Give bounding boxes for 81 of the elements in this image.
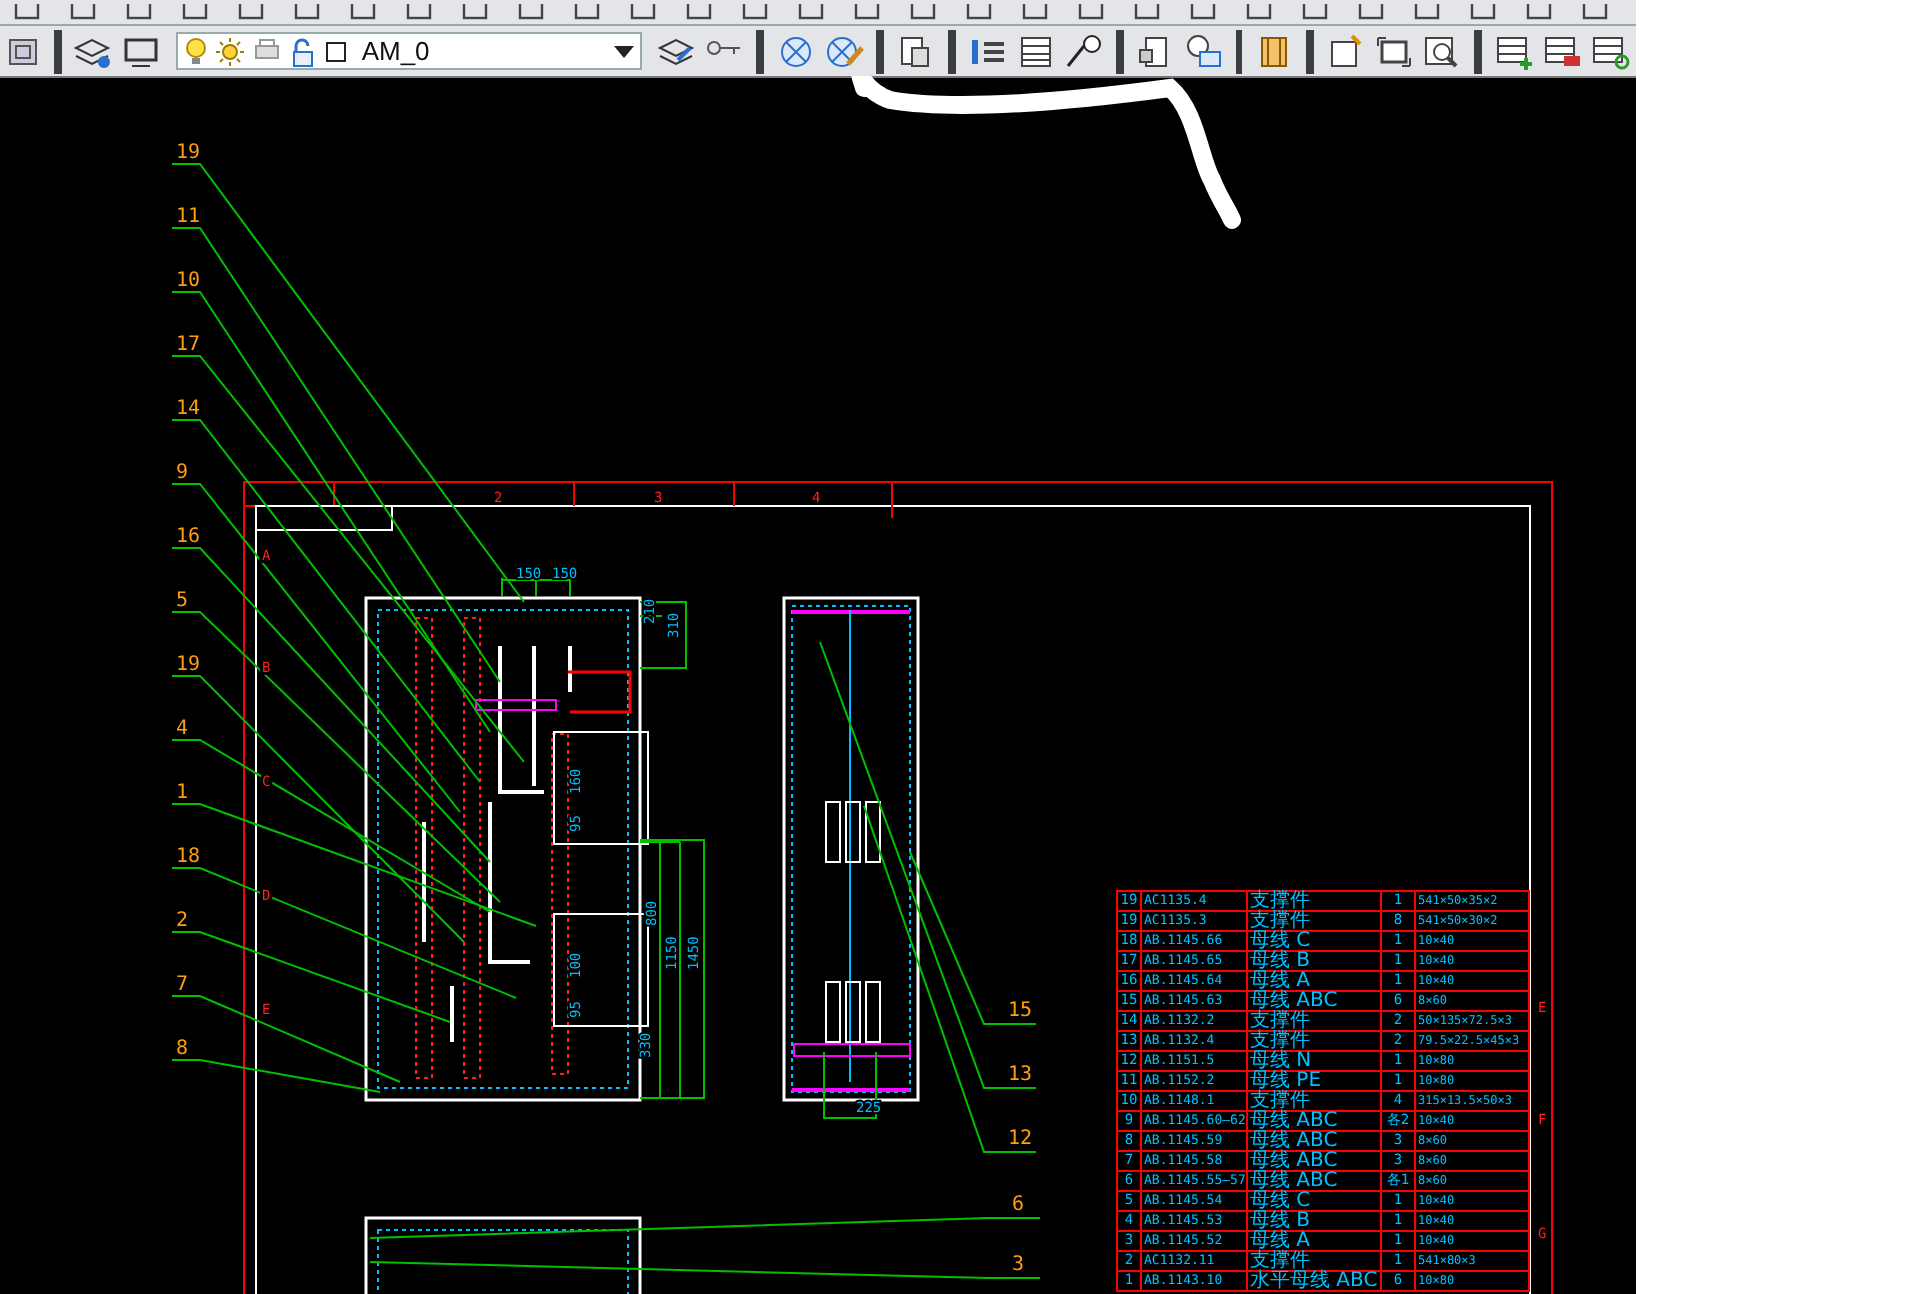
layer-name: AM_0	[361, 36, 430, 66]
balloon-number: 1	[176, 782, 189, 804]
tool-icon[interactable]	[124, 4, 156, 24]
tool-icon[interactable]	[516, 4, 548, 24]
tool-icon[interactable]	[1580, 4, 1612, 24]
table-cell: 母线 A	[1247, 1231, 1381, 1251]
tool-icon[interactable]	[460, 4, 492, 24]
table-cell: 母线 ABC	[1247, 1111, 1381, 1131]
circle-pencil-icon[interactable]	[822, 31, 867, 71]
balloon-number: 9	[176, 462, 189, 484]
tool-icon[interactable]	[180, 4, 212, 24]
balloon-number: 2	[176, 910, 189, 932]
balloon-number: 7	[176, 974, 189, 996]
balloon-number: 11	[176, 206, 201, 228]
table-cell: 母线 ABC	[1247, 1171, 1381, 1191]
table-cell: 母线 PE	[1247, 1071, 1381, 1091]
tool-icon[interactable]	[1412, 4, 1444, 24]
table-cell: 支撑件	[1247, 891, 1381, 911]
tool-icon[interactable]	[1524, 4, 1556, 24]
table-cell: 母线 C	[1247, 1191, 1381, 1211]
tool-icon[interactable]	[404, 4, 436, 24]
balloon-number: 6	[1012, 1194, 1025, 1216]
balloon-number: 15	[1008, 1000, 1033, 1022]
balloon-number: 8	[176, 1038, 189, 1060]
table-cell: 母线 B	[1247, 1211, 1381, 1231]
tool-icon[interactable]	[1468, 4, 1500, 24]
tool-icon[interactable]	[236, 4, 268, 24]
light-bulb-icon	[183, 35, 208, 67]
balloon-number: 14	[176, 398, 201, 420]
table-cell: 母线 B	[1247, 951, 1381, 971]
tool-icon[interactable]	[628, 4, 660, 24]
table-refresh-icon[interactable]	[1588, 31, 1633, 71]
balloon-number: 5	[176, 590, 189, 612]
table-cell: 支撑件	[1247, 911, 1381, 931]
table-add-icon[interactable]	[1492, 31, 1537, 71]
table-cell: 支撑件	[1247, 1251, 1381, 1271]
tool-icon[interactable]	[1356, 4, 1388, 24]
table-cell: 母线 ABC	[1247, 991, 1381, 1011]
tool-icon[interactable]	[348, 4, 380, 24]
table-cell: 水平母线 ABC	[1247, 1271, 1381, 1291]
balloon-number: 10	[176, 270, 201, 292]
tool-icon[interactable]	[852, 4, 884, 24]
tool-icon[interactable]	[12, 4, 44, 24]
balloon-number: 4	[176, 718, 189, 740]
tool-icon[interactable]	[68, 4, 100, 24]
balloon-number: 19	[176, 142, 201, 164]
table-remove-icon[interactable]	[1540, 31, 1585, 71]
table-cell: 母线 A	[1247, 971, 1381, 991]
tool-icon[interactable]	[1020, 4, 1052, 24]
padlock-icon	[289, 35, 318, 67]
tool-icon[interactable]	[1188, 4, 1220, 24]
tool-icon[interactable]	[964, 4, 996, 24]
balloon-number: 3	[1012, 1254, 1025, 1276]
tool-icon[interactable]	[1244, 4, 1276, 24]
caret-icon	[614, 45, 635, 57]
table-cell: 支撑件	[1247, 1031, 1381, 1051]
tool-icon[interactable]	[572, 4, 604, 24]
table-cell: 母线 N	[1247, 1051, 1381, 1071]
tool-icon[interactable]	[292, 4, 324, 24]
sun-icon	[213, 35, 246, 67]
balloon-number: 19	[176, 654, 201, 676]
tool-icon[interactable]	[796, 4, 828, 24]
tool-icon[interactable]	[1076, 4, 1108, 24]
table-cell: 母线 ABC	[1247, 1151, 1381, 1171]
balloon-number: 16	[176, 526, 201, 548]
tool-icon[interactable]	[684, 4, 716, 24]
tool-icon[interactable]	[1132, 4, 1164, 24]
tool-icon[interactable]	[908, 4, 940, 24]
balloon-number: 13	[1008, 1064, 1033, 1086]
frame-icon[interactable]	[1372, 31, 1417, 71]
balloon-number: 18	[176, 846, 201, 868]
layer-dropdown[interactable]: AM_0	[175, 32, 643, 70]
title-block	[255, 505, 393, 531]
tool-icon[interactable]	[740, 4, 772, 24]
table-cell: 支撑件	[1247, 1011, 1381, 1031]
table-cell: 母线 ABC	[1247, 1131, 1381, 1151]
tool-icon[interactable]	[1300, 4, 1332, 24]
table-cell: 母线 C	[1247, 931, 1381, 951]
balloon-number: 12	[1008, 1128, 1033, 1150]
balloon-number: 17	[176, 334, 201, 356]
table-cell: 支撑件	[1247, 1091, 1381, 1111]
